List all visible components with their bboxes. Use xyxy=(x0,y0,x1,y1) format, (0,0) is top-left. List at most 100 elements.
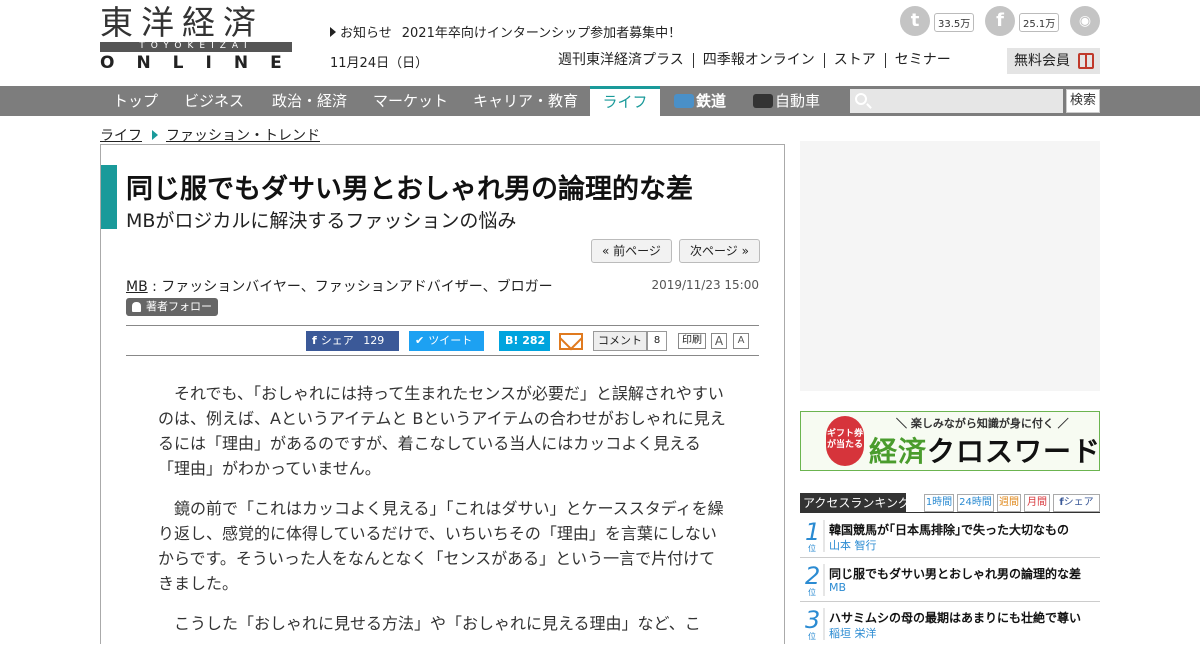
free-member-label: 無料会員 xyxy=(1014,53,1070,69)
breadcrumb-life[interactable]: ライフ xyxy=(100,128,142,144)
rank-title[interactable]: 同じ服でもダサい男とおしゃれ男の論理的な差 xyxy=(829,565,1081,582)
notice-text[interactable]: 2021年卒向けインターンシップ参加者募集中！ xyxy=(402,26,681,41)
comment-count: 8 xyxy=(647,331,667,351)
rank-number: 2 xyxy=(805,562,821,590)
article-paragraph: こうした「おしゃれに見せる方法」や「おしゃれに見える理由」など、こ xyxy=(174,614,701,633)
font-size-large-button[interactable]: A xyxy=(711,333,727,349)
gift-badge: ギフト券が当たる xyxy=(826,416,864,466)
notice-label: お知らせ xyxy=(340,26,392,41)
notice[interactable]: お知らせ 2021年卒向けインターンシップ参加者募集中！ xyxy=(330,22,681,41)
banner-title-b: クロスワード xyxy=(927,435,1100,468)
breadcrumb: ライフ ファッション・トレンド xyxy=(100,125,320,145)
ad-slot xyxy=(800,141,1100,391)
nav-top[interactable]: トップ xyxy=(113,86,158,116)
author-line: MB : ファッションバイヤー、ファッションアドバイザー、ブロガー xyxy=(126,276,553,296)
top-links: 週刊東洋経済プラス 四季報オンライン ストア セミナー xyxy=(558,52,960,68)
nav-career-education[interactable]: キャリア・教育 xyxy=(473,86,578,116)
search-icon xyxy=(855,93,867,105)
hatena-bookmark-button[interactable]: B! 282 xyxy=(499,331,550,351)
ranking-tab-1h[interactable]: 1時間 xyxy=(924,494,954,512)
link-toyokeizai-plus[interactable]: 週刊東洋経済プラス xyxy=(558,53,693,68)
author-follow-label: 著者フォロー xyxy=(146,300,212,313)
author-name-link[interactable]: MB xyxy=(126,279,148,295)
logo-bar: TOYOKEIZAI xyxy=(100,41,292,52)
ranking-header: アクセスランキング 1時間 24時間 週間 月間 fシェア xyxy=(800,493,1100,513)
breadcrumb-fashion-trend[interactable]: ファッション・トレンド xyxy=(166,128,320,144)
tweet-label: ツイート xyxy=(428,334,473,347)
rank-unit: 位 xyxy=(808,588,816,597)
rank-divider xyxy=(823,520,825,552)
ranking-item[interactable]: 2 位 同じ服でもダサい男とおしゃれ男の論理的な差 MB xyxy=(800,560,1100,602)
font-size-small-button[interactable]: A xyxy=(733,333,749,349)
facebook-icon[interactable]: f xyxy=(985,6,1015,36)
site-header: 東洋経済 TOYOKEIZAI ONLINE お知らせ 2021年卒向けインターン… xyxy=(0,0,1200,86)
ranking-tab-24h[interactable]: 24時間 xyxy=(957,494,994,512)
nav-market[interactable]: マーケット xyxy=(373,86,448,116)
publish-date: 2019/11/23 15:00 xyxy=(651,278,759,292)
ranking-tab-share[interactable]: fシェア xyxy=(1053,494,1100,512)
free-member-button[interactable]: 無料会員 xyxy=(1007,48,1100,74)
banner-tagline: ＼ 楽しみながら知識が身に付く ／ xyxy=(896,417,1069,430)
ranking-item[interactable]: 1 位 韓国競馬が｢日本馬排除｣で失った大切なもの 山本 智行 xyxy=(800,516,1100,558)
facebook-follower-count: 25.1万 xyxy=(1019,13,1060,32)
nav-life[interactable]: ライフ xyxy=(590,86,660,116)
article-body: それでも、「おしゃれには持って生まれたセンスが必要だ」と誤解されやすいのは、例え… xyxy=(158,381,728,651)
link-store[interactable]: ストア xyxy=(823,53,885,68)
prev-page-button[interactable]: « 前ページ xyxy=(591,239,672,263)
article: 同じ服でもダサい男とおしゃれ男の論理的な差 MBがロジカルに解決するファッション… xyxy=(100,144,785,644)
search-button[interactable]: 検索 xyxy=(1066,89,1100,113)
facebook-share-label: シェア xyxy=(320,334,354,347)
triangle-right-icon xyxy=(330,27,336,37)
nav-politics-economy[interactable]: 政治・経済 xyxy=(272,86,347,116)
mail-icon[interactable] xyxy=(559,333,583,350)
car-icon xyxy=(753,94,773,108)
article-subtitle: MBがロジカルに解決するファッションの悩み xyxy=(126,210,517,232)
nav-business[interactable]: ビジネス xyxy=(184,86,244,116)
next-page-button[interactable]: 次ページ » xyxy=(679,239,760,263)
ranking-item[interactable]: 3 位 ハサミムシの母の最期はあまりにも壮絶で尊い 稲垣 栄洋 xyxy=(800,604,1100,646)
user-icon xyxy=(132,302,141,312)
rank-divider xyxy=(823,608,825,640)
ranking-tab-week[interactable]: 週間 xyxy=(997,494,1021,512)
rank-title[interactable]: 韓国競馬が｢日本馬排除｣で失った大切なもの xyxy=(829,521,1069,538)
link-seminar[interactable]: セミナー xyxy=(884,53,960,68)
rank-number: 1 xyxy=(805,518,821,546)
nav-auto[interactable]: 自動車 xyxy=(753,86,820,116)
comment-button[interactable]: コメント xyxy=(593,331,647,351)
site-logo[interactable]: 東洋経済 TOYOKEIZAI ONLINE xyxy=(100,3,304,73)
link-shikiho-online[interactable]: 四季報オンライン xyxy=(692,53,824,68)
article-paragraph: 鏡の前で「これはカッコよく見える」「これはダサい」とケーススタディを繰り返し、感… xyxy=(158,499,724,593)
facebook-share-button[interactable]: f シェア 129 xyxy=(306,331,399,351)
logo-kanji: 東洋経済 xyxy=(100,3,264,42)
crossword-banner[interactable]: ギフト券が当たる ＼ 楽しみながら知識が身に付く ／ 経済クロスワード xyxy=(800,411,1100,471)
rank-author[interactable]: 山本 智行 xyxy=(829,537,877,553)
rank-author[interactable]: MB xyxy=(829,581,846,594)
rank-title[interactable]: ハサミムシの母の最期はあまりにも壮絶で尊い xyxy=(829,609,1081,626)
tweet-button[interactable]: ✔ ツイート xyxy=(409,331,484,351)
article-title: 同じ服でもダサい男とおしゃれ男の論理的な差 xyxy=(126,174,693,205)
banner-title: 経済クロスワード xyxy=(869,430,1100,470)
author-follow-button[interactable]: 著者フォロー xyxy=(126,298,218,316)
ranking-title: アクセスランキング xyxy=(800,493,910,513)
facebook-icon: f xyxy=(312,334,317,347)
triangle-right-icon xyxy=(152,130,158,140)
ranking-tab-month[interactable]: 月間 xyxy=(1024,494,1050,512)
rss-icon[interactable]: ◉ xyxy=(1070,6,1100,36)
nav-railway-label: 鉄道 xyxy=(696,92,727,110)
twitter-icon[interactable]: t xyxy=(900,6,930,36)
title-accent-bar xyxy=(101,165,117,229)
nav-railway[interactable]: 鉄道 xyxy=(674,86,726,116)
search-input[interactable] xyxy=(850,89,1063,113)
main-nav: トップ ビジネス 政治・経済 マーケット キャリア・教育 ライフ 鉄道 自動車 … xyxy=(0,86,1200,116)
hatena-icon: B! xyxy=(505,334,519,347)
share-bar: f シェア 129 ✔ ツイート B! 282 コメント 8 印刷 A A xyxy=(126,325,759,356)
rank-divider xyxy=(823,564,825,596)
current-date: 11月24日（日） xyxy=(330,56,429,71)
logo-online: ONLINE xyxy=(100,53,304,73)
print-button[interactable]: 印刷 xyxy=(678,333,706,349)
hatena-count: 282 xyxy=(522,334,546,347)
ranking-tab-share-label: シェア xyxy=(1063,497,1094,508)
rank-unit: 位 xyxy=(808,632,816,641)
rank-author[interactable]: 稲垣 栄洋 xyxy=(829,625,877,641)
logo-romaji: TOYOKEIZAI xyxy=(139,41,253,51)
